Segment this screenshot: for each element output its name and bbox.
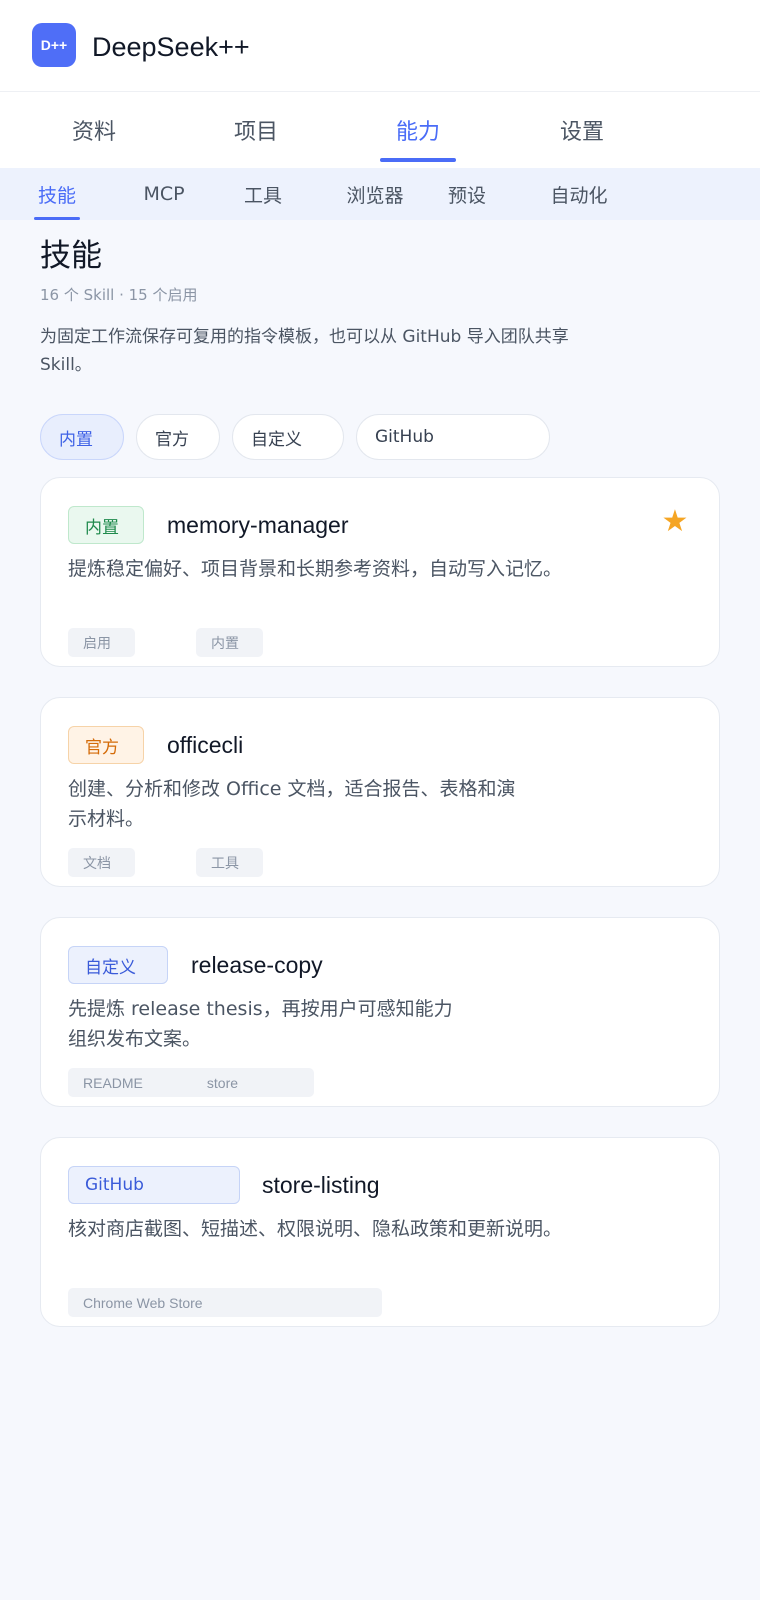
description-line: 示材料。	[68, 808, 145, 830]
subtab-mcp[interactable]: MCP	[134, 168, 194, 220]
filter-label: 自定义	[251, 429, 302, 450]
skill-card-store-listing[interactable]: GitHub store-listing 核对商店截图、短描述、权限说明、隐私政…	[40, 1137, 720, 1327]
app-header: D++ DeepSeek++	[0, 0, 760, 92]
subtab-label: 技能	[37, 184, 76, 207]
main-tab-bar: 资料 项目 能力 设置	[0, 92, 760, 168]
tab-projects[interactable]: 项目	[176, 92, 336, 168]
skill-name: store-listing	[262, 1172, 380, 1198]
skill-description: 先提炼 release thesis，再按用户可感知能力 组织发布文案。	[68, 994, 453, 1054]
subtab-label: MCP	[143, 183, 185, 205]
skill-card-officecli[interactable]: 官方 officecli 创建、分析和修改 Office 文档，适合报告、表格和…	[40, 697, 720, 887]
skill-tag: Chrome Web Store	[68, 1288, 382, 1317]
tab-settings[interactable]: 设置	[502, 92, 662, 168]
subtab-label: 工具	[243, 184, 282, 207]
skill-name: memory-manager	[167, 512, 349, 538]
subtab-label: 浏览器	[346, 184, 404, 207]
skill-tag: 工具	[196, 848, 263, 877]
skill-tags: README store	[68, 1068, 314, 1097]
description-line: 先提炼 release thesis，再按用户可感知能力	[68, 998, 453, 1020]
active-tab-indicator	[380, 158, 456, 162]
skill-description: 提炼稳定偏好、项目背景和长期参考资料，自动写入记忆。	[68, 558, 563, 580]
filter-label: 内置	[59, 429, 93, 450]
description-line: 组织发布文案。	[68, 1028, 202, 1050]
tab-capabilities[interactable]: 能力	[338, 92, 498, 168]
skill-description: 核对商店截图、短描述、权限说明、隐私政策和更新说明。	[68, 1218, 563, 1240]
skill-card-release-copy[interactable]: 自定义 release-copy 先提炼 release thesis，再按用户…	[40, 917, 720, 1107]
skill-count: 16 个 Skill · 15 个启用	[40, 286, 198, 304]
skill-description: 创建、分析和修改 Office 文档，适合报告、表格和演 示材料。	[68, 774, 516, 834]
source-badge: 自定义	[68, 946, 168, 984]
tab-label: 资料	[71, 120, 116, 145]
subtab-presets[interactable]: 预设	[444, 168, 490, 220]
subtab-label: 预设	[447, 184, 486, 207]
subtab-tools[interactable]: 工具	[240, 168, 286, 220]
skill-card-memory-manager[interactable]: 内置 memory-manager ★ 提炼稳定偏好、项目背景和长期参考资料，自…	[40, 477, 720, 667]
filter-custom[interactable]: 自定义	[232, 414, 344, 460]
description-line: 创建、分析和修改 Office 文档，适合报告、表格和演	[68, 778, 516, 800]
active-subtab-indicator	[34, 217, 80, 220]
filter-label: GitHub	[375, 427, 434, 447]
subtab-skills[interactable]: 技能	[34, 168, 80, 220]
filter-github[interactable]: GitHub	[356, 414, 550, 460]
skill-tag: 内置	[196, 628, 263, 657]
skill-name: release-copy	[191, 952, 323, 978]
sub-tab-bar: 技能 MCP 工具 浏览器 预设 自动化	[0, 168, 760, 220]
section-description: 为固定工作流保存可复用的指令模板，也可以从 GitHub 导入团队共享 Skil…	[40, 327, 569, 375]
app-logo: D++	[32, 23, 76, 67]
filter-label: 官方	[155, 429, 189, 450]
source-badge: 官方	[68, 726, 144, 764]
filter-builtin[interactable]: 内置	[40, 414, 124, 460]
subtab-browser[interactable]: 浏览器	[342, 168, 408, 220]
skill-tag: README	[83, 1074, 143, 1091]
app-title: DeepSeek++	[92, 32, 250, 62]
star-icon[interactable]: ★	[659, 506, 691, 538]
subtab-label: 自动化	[550, 184, 608, 207]
subtab-automation[interactable]: 自动化	[546, 168, 612, 220]
skill-tag: store	[206, 1074, 239, 1091]
tab-label: 设置	[559, 120, 604, 145]
skill-name: officecli	[167, 732, 244, 758]
source-badge: GitHub	[68, 1166, 240, 1204]
filter-official[interactable]: 官方	[136, 414, 220, 460]
tab-label: 项目	[233, 120, 278, 145]
tab-label: 能力	[395, 120, 440, 145]
skill-tag: 启用	[68, 628, 135, 657]
page-title: 技能	[40, 238, 102, 274]
tab-profile[interactable]: 资料	[14, 92, 174, 168]
source-badge: 内置	[68, 506, 144, 544]
skill-tag: 文档	[68, 848, 135, 877]
